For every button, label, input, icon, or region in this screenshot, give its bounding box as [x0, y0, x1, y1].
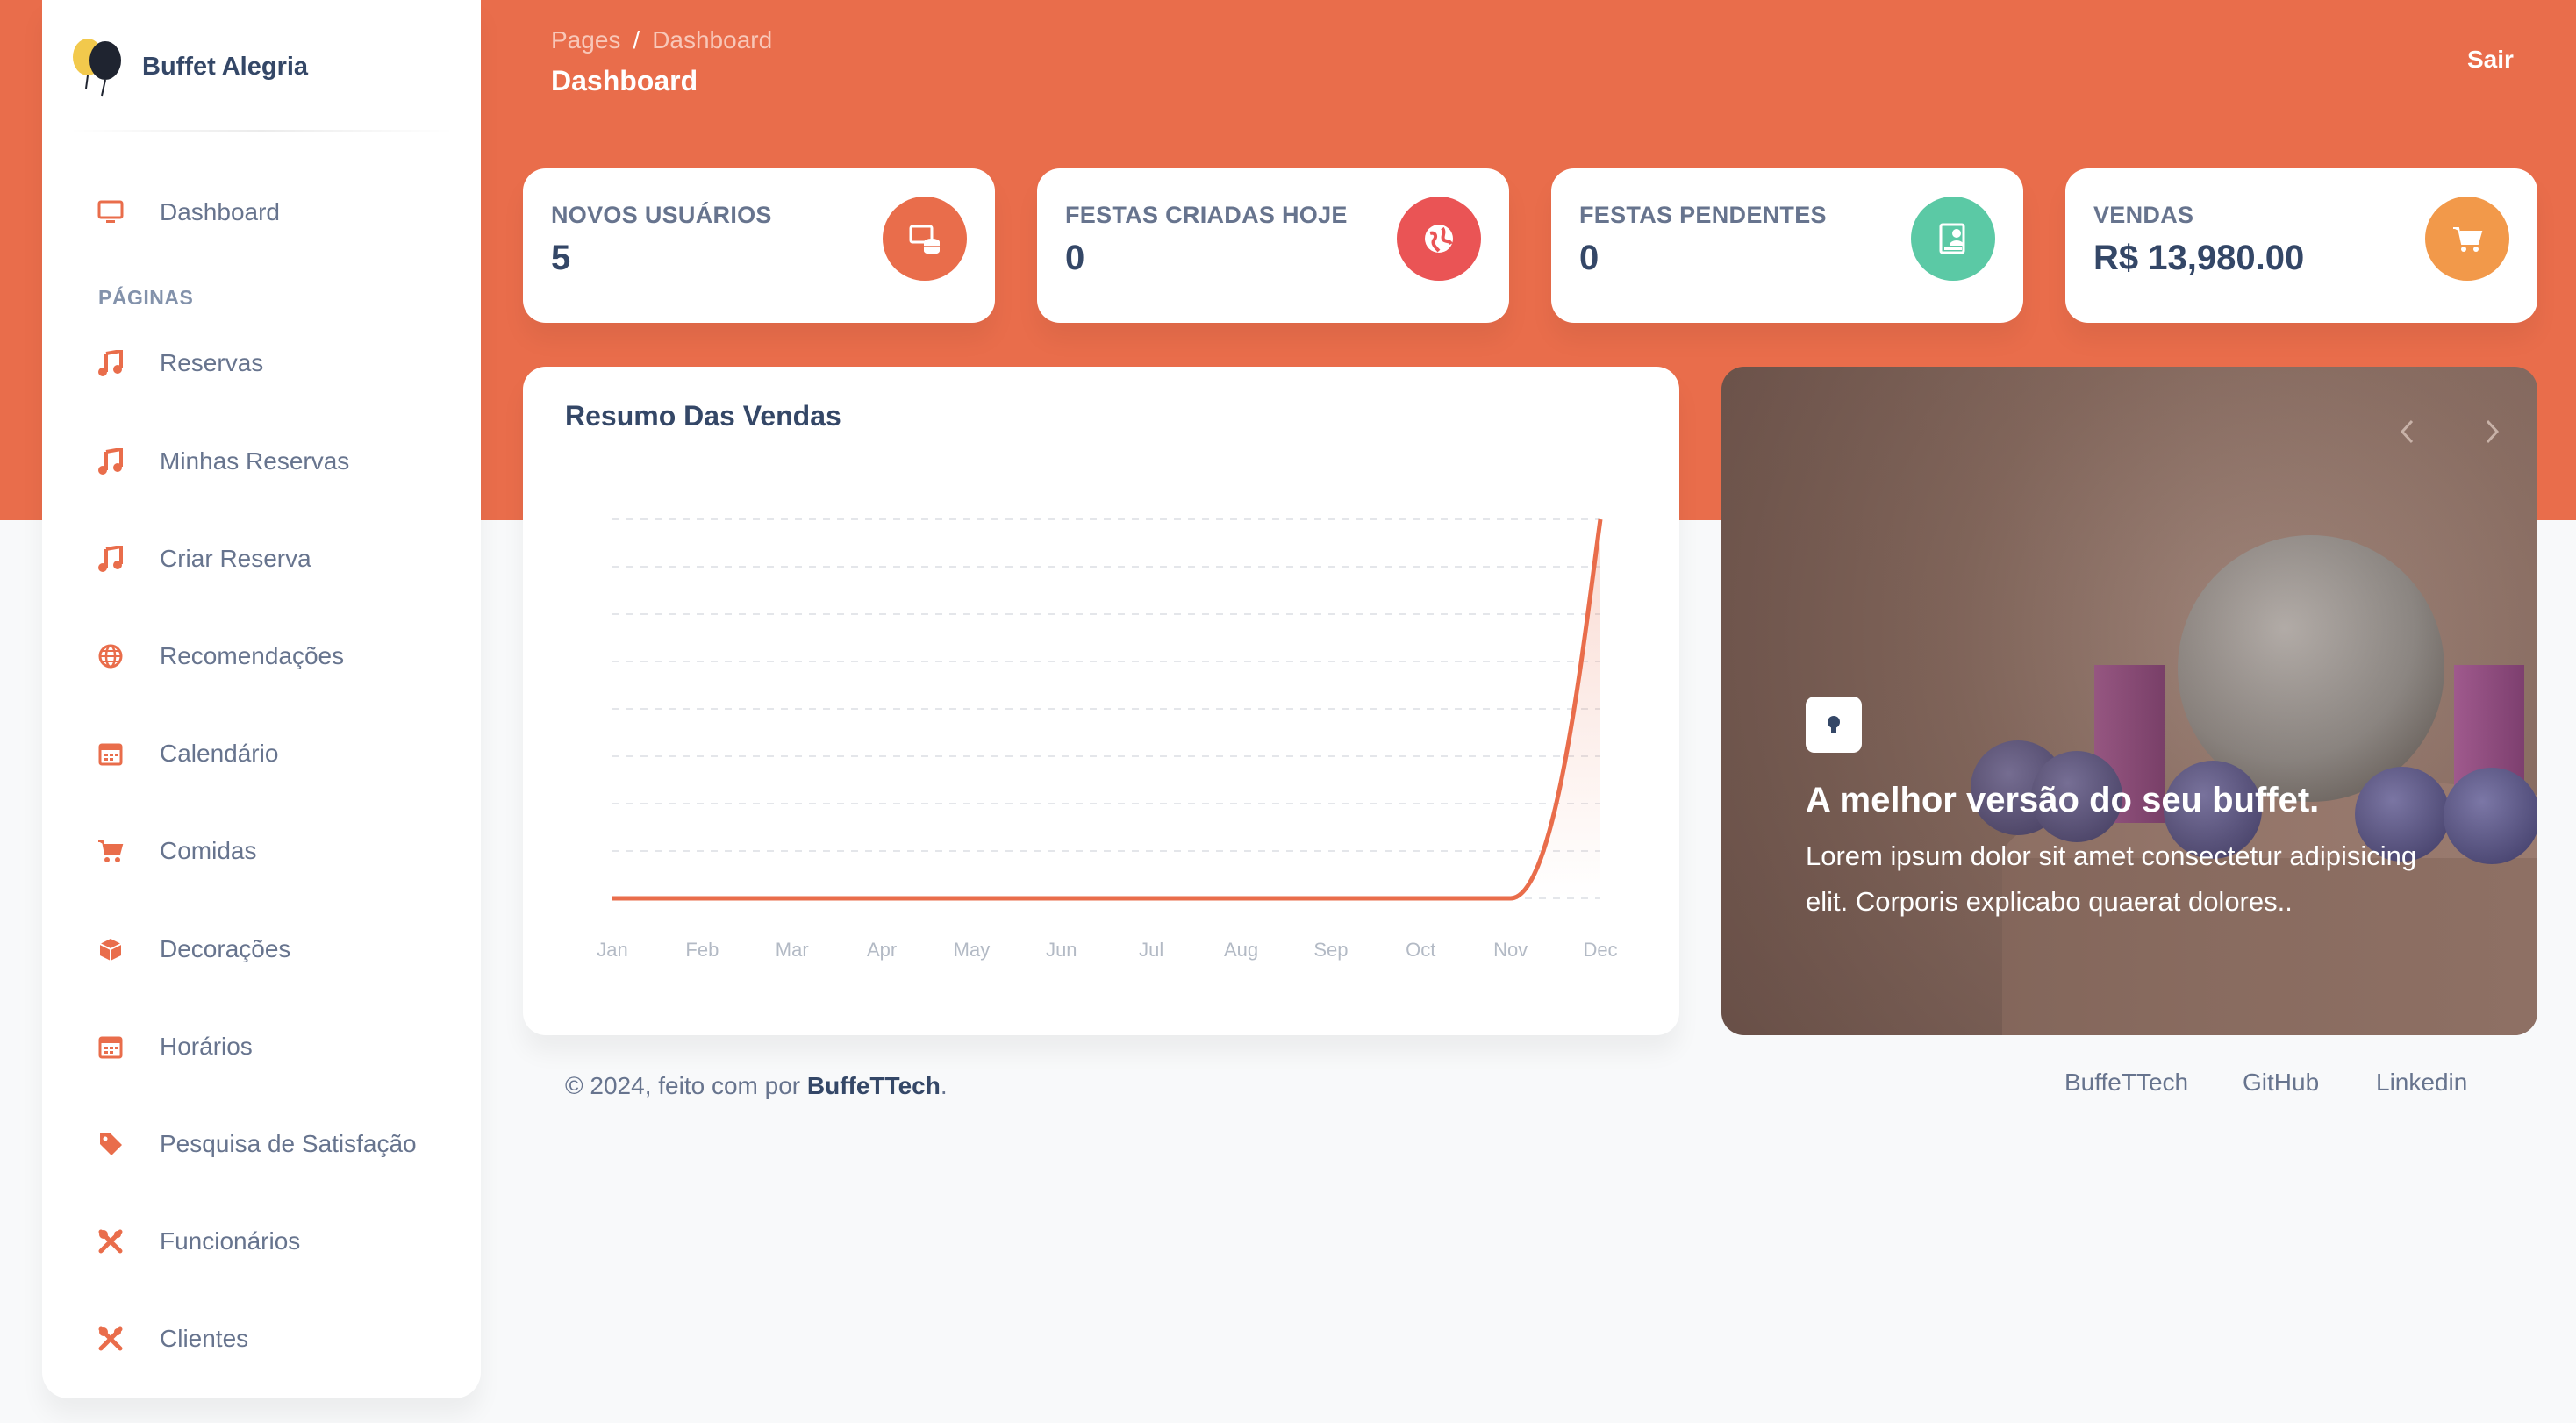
sidebar-item-recomendacoes[interactable]: Recomendações — [97, 630, 344, 683]
chart-x-tick-label: Jun — [1046, 939, 1077, 961]
carousel-heading: A melhor versão do seu buffet. — [1806, 781, 2320, 819]
sidebar-item-label: Dashboard — [160, 198, 280, 225]
sidebar-item-label: Minhas Reservas — [160, 447, 350, 475]
sales-chart: Jan Feb Mar Apr May Jun Jul Aug Sep Oct Nov Dec — [597, 518, 1618, 961]
sidebar-item-label: Pesquisa de Satisfação — [160, 1130, 417, 1157]
stat-card-festas-criadas: FESTAS CRIADAS HOJE 0 — [1037, 168, 1509, 323]
stat-label: FESTAS CRIADAS HOJE — [1065, 202, 1348, 228]
database-icon — [883, 197, 967, 281]
footer-brand-link[interactable]: BuffeTTech — [807, 1072, 941, 1099]
monitor-icon — [97, 198, 125, 226]
chart-x-tick-label: Dec — [1583, 939, 1617, 961]
sidebar-item-dashboard[interactable]: Dashboard — [97, 186, 280, 239]
box-icon — [97, 935, 125, 963]
stat-label: NOVOS USUÁRIOS — [551, 202, 772, 228]
chart-x-tick-label: Apr — [867, 939, 897, 961]
logout-link[interactable]: Sair — [2467, 46, 2514, 74]
sales-chart-card: Resumo Das Vendas Jan Feb Mar Apr May Jun Jul A… — [523, 367, 1679, 1035]
brand-name: Buffet Alegria — [142, 52, 309, 81]
footer-link-linkedin[interactable]: Linkedin — [2376, 1069, 2467, 1097]
globe-icon — [1397, 197, 1481, 281]
stat-value: 5 — [551, 239, 571, 277]
chart-x-tick-label: Jul — [1139, 939, 1163, 961]
breadcrumb-root[interactable]: Pages — [551, 26, 620, 54]
sidebar-divider — [68, 130, 454, 132]
footer-link-github[interactable]: GitHub — [2243, 1069, 2319, 1097]
chevron-left-icon[interactable] — [2390, 414, 2425, 449]
breadcrumb-current: Dashboard — [652, 26, 773, 54]
footer-copy-suffix: . — [940, 1072, 948, 1099]
stat-value: 0 — [1065, 239, 1085, 277]
sidebar-item-label: Comidas — [160, 837, 257, 864]
stat-value: 0 — [1579, 239, 1599, 277]
sidebar-item-label: Calendário — [160, 740, 279, 767]
footer-copy-prefix: © 2024, feito com por — [565, 1072, 801, 1099]
breadcrumb: Pages / Dashboard — [551, 26, 772, 54]
sidebar-item-horarios[interactable]: Horários — [97, 1020, 253, 1073]
chart-x-tick-label: May — [954, 939, 991, 961]
sidebar-item-label: Decorações — [160, 935, 291, 962]
chevron-right-icon[interactable] — [2474, 414, 2509, 449]
calendar-icon — [97, 740, 125, 768]
lightbulb-icon — [1806, 697, 1862, 753]
tools-icon — [97, 1227, 125, 1255]
breadcrumb-separator: / — [633, 26, 640, 54]
sidebar-item-funcionarios[interactable]: Funcionários — [97, 1215, 300, 1268]
sidebar-item-label: Clientes — [160, 1325, 249, 1352]
sidebar-item-label: Horários — [160, 1033, 253, 1060]
balloons-logo-icon — [73, 39, 121, 97]
page-title: Dashboard — [551, 65, 698, 97]
brand[interactable]: Buffet Alegria — [68, 32, 308, 102]
carousel-body: Lorem ipsum dolor sit amet consectetur a… — [1806, 840, 2417, 917]
cart-icon — [97, 837, 125, 865]
music-note-icon — [97, 447, 125, 476]
sidebar-item-label: Reservas — [160, 349, 264, 376]
sidebar-item-label: Recomendações — [160, 642, 345, 669]
sidebar-item-decoracoes[interactable]: Decorações — [97, 923, 290, 976]
sidebar-item-comidas[interactable]: Comidas — [97, 825, 256, 877]
stat-card-novos-usuarios: NOVOS USUÁRIOS 5 — [523, 168, 995, 323]
chart-x-tick-label: Feb — [685, 939, 719, 961]
sidebar-item-label: Criar Reserva — [160, 545, 311, 572]
sidebar: Buffet Alegria Dashboard PÁGINAS Reserva… — [42, 0, 481, 1398]
chart-x-tick-label: Mar — [776, 939, 809, 961]
footer-link-buffettech[interactable]: BuffeTTech — [2064, 1069, 2188, 1097]
stat-label: VENDAS — [2093, 202, 2194, 228]
sidebar-item-label: Funcionários — [160, 1227, 301, 1255]
chart-x-tick-label: Aug — [1224, 939, 1258, 961]
chart-x-tick-label: Jan — [597, 939, 627, 961]
sidebar-item-minhas-reservas[interactable]: Minhas Reservas — [97, 435, 349, 488]
document-user-icon — [1911, 197, 1995, 281]
sidebar-item-clientes[interactable]: Clientes — [97, 1312, 248, 1365]
globe-icon — [97, 642, 125, 670]
stat-card-vendas: VENDAS R$ 13,980.00 — [2065, 168, 2537, 323]
sidebar-section-label: PÁGINAS — [98, 286, 194, 309]
tag-icon — [97, 1130, 125, 1158]
stat-label: FESTAS PENDENTES — [1579, 202, 1827, 228]
footer-copyright: © 2024, feito com por BuffeTTech. — [565, 1072, 948, 1100]
stat-card-festas-pendentes: FESTAS PENDENTES 0 — [1551, 168, 2023, 323]
sidebar-item-criar-reserva[interactable]: Criar Reserva — [97, 533, 311, 585]
sidebar-item-pesquisa-satisfacao[interactable]: Pesquisa de Satisfação — [97, 1118, 417, 1170]
promo-carousel[interactable]: A melhor versão do seu buffet. Lorem ips… — [1721, 367, 2537, 1035]
sidebar-item-reservas[interactable]: Reservas — [97, 337, 263, 390]
chart-x-tick-label: Oct — [1406, 939, 1435, 961]
cart-icon — [2425, 197, 2509, 281]
music-note-icon — [97, 545, 125, 573]
stat-value: R$ 13,980.00 — [2093, 239, 2305, 277]
chart-x-tick-label: Sep — [1313, 939, 1348, 961]
tools-icon — [97, 1325, 125, 1353]
music-note-icon — [97, 349, 125, 377]
sidebar-item-calendario[interactable]: Calendário — [97, 727, 278, 780]
calendar-icon — [97, 1033, 125, 1061]
chart-x-tick-label: Nov — [1493, 939, 1528, 961]
